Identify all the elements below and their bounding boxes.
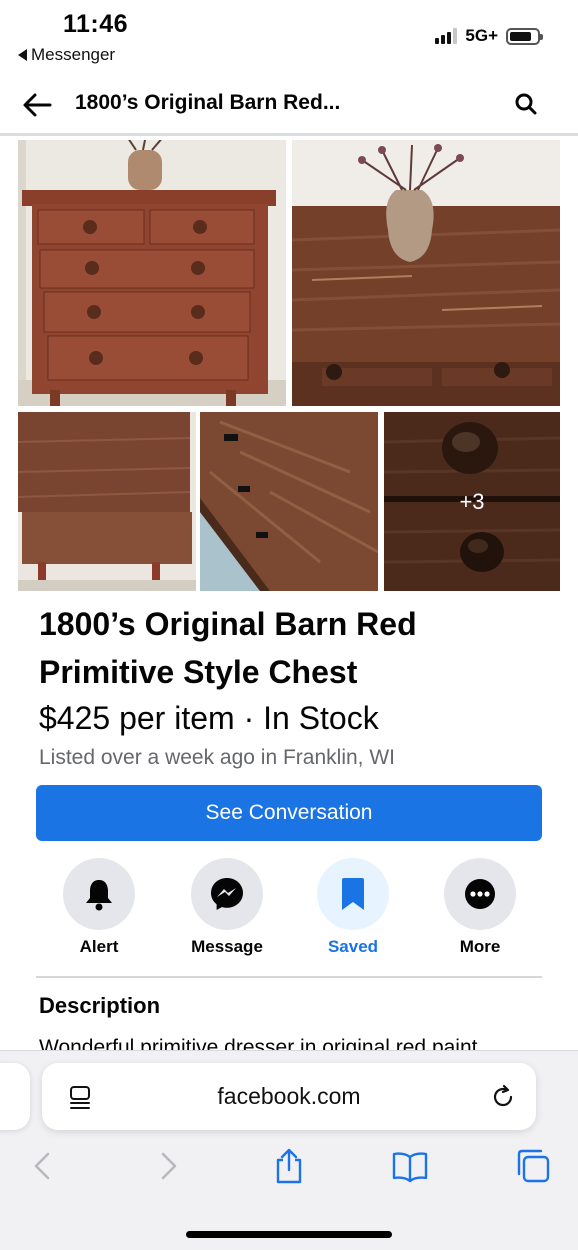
back-app-label: Messenger <box>31 45 116 64</box>
more-button[interactable]: More <box>416 858 544 957</box>
message-button[interactable]: Message <box>163 858 291 957</box>
bookmarks-icon[interactable] <box>392 1148 428 1184</box>
more-dots-icon <box>465 879 495 909</box>
tabs-icon[interactable] <box>515 1148 551 1184</box>
alert-label: Alert <box>79 937 119 956</box>
listing-photo-5[interactable]: +3 <box>384 412 560 591</box>
search-icon[interactable] <box>514 92 538 116</box>
dresser-side-image <box>18 412 196 591</box>
listing-photo-2[interactable] <box>292 140 560 406</box>
message-circle <box>191 858 263 930</box>
alert-circle <box>63 858 135 930</box>
saved-label: Saved <box>327 937 379 956</box>
description-heading: Description <box>39 993 161 1018</box>
saved-button[interactable]: Saved <box>289 858 417 957</box>
corner-detail-image <box>200 412 378 591</box>
more-label: More <box>459 937 501 956</box>
section-divider <box>36 976 542 978</box>
price-availability: $425 per item · In Stock <box>39 700 379 736</box>
share-icon[interactable] <box>271 1148 307 1184</box>
browser-forward-icon[interactable] <box>150 1148 186 1184</box>
more-photos-count: +3 <box>384 412 560 591</box>
status-time: 11:46 <box>63 10 129 38</box>
cellular-signal-icon <box>435 28 458 44</box>
more-circle <box>444 858 516 930</box>
bookmark-icon <box>342 878 364 910</box>
status-indicators: 5G+ <box>435 26 543 46</box>
message-label: Message <box>191 937 263 956</box>
dresser-front-image <box>18 140 286 406</box>
battery-icon <box>506 27 543 45</box>
dresser-top-image <box>292 140 560 406</box>
listing-photo-3[interactable] <box>18 412 196 591</box>
network-type: 5G+ <box>465 26 498 45</box>
saved-circle <box>317 858 389 930</box>
back-triangle-icon <box>18 49 27 61</box>
listing-photo-1[interactable] <box>18 140 286 406</box>
back-arrow-icon[interactable] <box>22 92 52 118</box>
see-conversation-button[interactable]: See Conversation <box>36 785 542 841</box>
browser-back-icon[interactable] <box>25 1148 61 1184</box>
listed-location: Listed over a week ago in Franklin, WI <box>39 746 395 769</box>
header-title: 1800’s Original Barn Red... <box>75 91 341 114</box>
listing-header: 1800’s Original Barn Red... <box>0 78 578 136</box>
reload-icon[interactable] <box>490 1084 516 1110</box>
bell-icon <box>86 880 112 911</box>
listing-photo-4[interactable] <box>200 412 378 591</box>
address-bar[interactable]: facebook.com <box>42 1063 536 1130</box>
alert-button[interactable]: Alert <box>35 858 163 957</box>
back-to-app-link[interactable]: Messenger <box>18 45 115 65</box>
url-text: facebook.com <box>217 1083 361 1109</box>
messenger-icon <box>211 878 243 910</box>
previous-tab-card[interactable] <box>0 1063 30 1130</box>
home-indicator[interactable] <box>186 1231 392 1238</box>
listing-title: 1800’s Original Barn Red Primitive Style… <box>39 606 417 690</box>
